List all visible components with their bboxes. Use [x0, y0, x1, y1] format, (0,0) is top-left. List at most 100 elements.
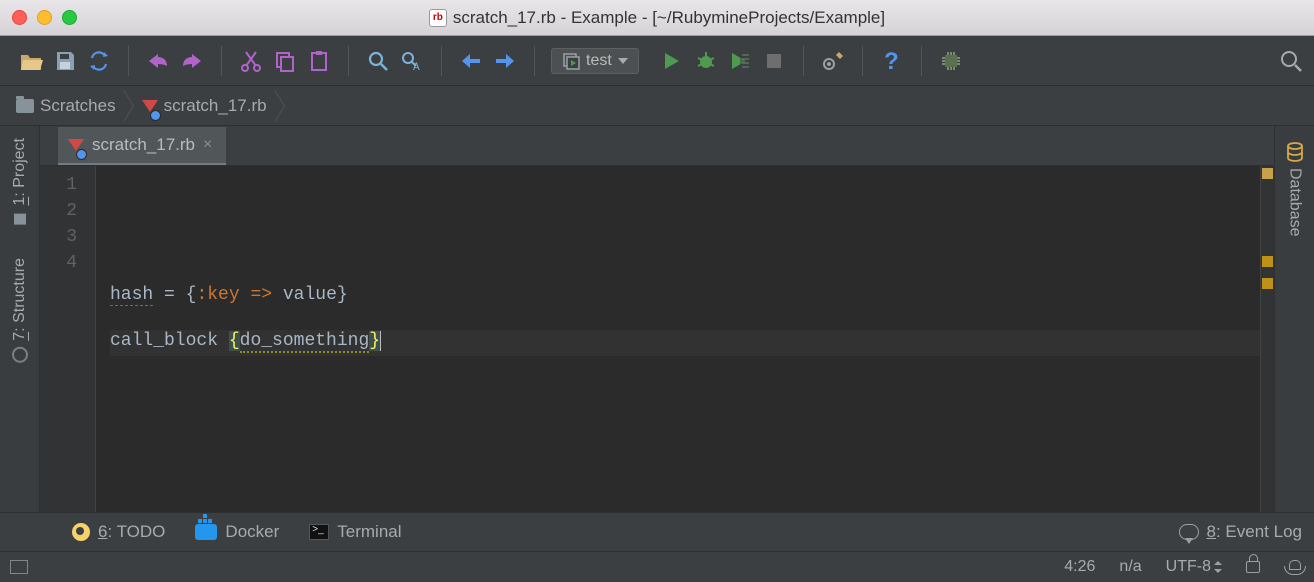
inspector-hat-icon[interactable]: [1284, 560, 1304, 574]
warning-marker[interactable]: [1262, 278, 1273, 289]
code-token: :key: [196, 285, 239, 305]
line-number: 3: [40, 224, 95, 250]
project-mnemonic: 1: [11, 197, 28, 206]
code-token: hash: [110, 285, 153, 306]
ruby-scratch-icon: [142, 100, 158, 112]
code-token: call_block: [110, 331, 229, 351]
editor-tabs: scratch_17.rb ×: [40, 126, 1274, 166]
code-token: }: [369, 331, 380, 351]
debug-icon[interactable]: [693, 48, 719, 74]
window-controls: [12, 10, 77, 25]
readonly-lock-icon[interactable]: [1246, 561, 1260, 573]
run-configuration-name: test: [586, 52, 612, 70]
paste-icon[interactable]: [306, 48, 332, 74]
code-token: }: [337, 285, 348, 305]
svg-text:?: ?: [884, 49, 899, 73]
sync-icon[interactable]: [86, 48, 112, 74]
editor-wrapper: scratch_17.rb × 1 2 3 4 hash = {:key => …: [40, 126, 1274, 512]
chevron-down-icon: [618, 58, 628, 64]
code-token: {: [229, 331, 240, 351]
undo-icon[interactable]: [145, 48, 171, 74]
copy-icon[interactable]: [272, 48, 298, 74]
breadcrumb-file[interactable]: scratch_17.rb: [124, 86, 275, 125]
code-token: = {: [153, 285, 196, 305]
forward-icon[interactable]: [492, 48, 518, 74]
breadcrumb-root[interactable]: Scratches: [8, 86, 124, 125]
warning-marker[interactable]: [1262, 256, 1273, 267]
code-token: value: [283, 285, 337, 305]
event-log-icon: [1179, 524, 1199, 540]
caret: [380, 331, 381, 351]
marker-strip[interactable]: [1260, 166, 1274, 512]
code-token: do_something: [240, 331, 370, 353]
cut-icon[interactable]: [238, 48, 264, 74]
code-area[interactable]: hash = {:key => value} call_block {do_so…: [96, 166, 1274, 512]
project-icon: [12, 212, 28, 228]
project-label: : Project: [11, 138, 28, 197]
structure-label: : Structure: [11, 258, 28, 332]
search-everywhere-icon[interactable]: [1278, 48, 1304, 74]
open-icon[interactable]: [18, 48, 44, 74]
structure-mnemonic: 7: [11, 331, 28, 340]
right-tool-strip: Database: [1274, 126, 1314, 512]
redo-icon[interactable]: [179, 48, 205, 74]
file-encoding[interactable]: UTF-8: [1166, 558, 1222, 576]
minimize-window-button[interactable]: [37, 10, 52, 25]
structure-icon: [12, 346, 28, 362]
stop-icon[interactable]: [761, 48, 787, 74]
close-tab-icon[interactable]: ×: [203, 136, 212, 154]
navigation-bar: Scratches scratch_17.rb: [0, 86, 1314, 126]
event-log-mnemonic: 8: [1207, 522, 1216, 541]
main-area: 1: Project 7: Structure scratch_17.rb × …: [0, 126, 1314, 512]
svg-text:A: A: [413, 62, 420, 72]
docker-label: Docker: [225, 522, 279, 542]
line-number: 2: [40, 198, 95, 224]
run-icon[interactable]: [659, 48, 685, 74]
terminal-tool-button[interactable]: Terminal: [309, 522, 401, 542]
event-log-label: : Event Log: [1216, 522, 1302, 541]
help-icon[interactable]: ?: [879, 48, 905, 74]
structure-tool-button[interactable]: 7: Structure: [9, 252, 31, 369]
title-bar: rb scratch_17.rb - Example - [~/Rubymine…: [0, 0, 1314, 36]
close-window-button[interactable]: [12, 10, 27, 25]
settings-icon[interactable]: [820, 48, 846, 74]
editor[interactable]: 1 2 3 4 hash = {:key => value} call_bloc…: [40, 166, 1274, 512]
zoom-window-button[interactable]: [62, 10, 77, 25]
coverage-icon[interactable]: [727, 48, 753, 74]
back-icon[interactable]: [458, 48, 484, 74]
breadcrumb-root-label: Scratches: [40, 96, 116, 116]
terminal-label: Terminal: [337, 522, 401, 542]
replace-icon[interactable]: A: [399, 48, 425, 74]
window-title-text: scratch_17.rb - Example - [~/RubyminePro…: [453, 8, 885, 28]
ruby-file-icon: rb: [429, 9, 447, 27]
main-toolbar: A test: [0, 36, 1314, 86]
left-tool-strip: 1: Project 7: Structure: [0, 126, 40, 512]
save-all-icon[interactable]: [52, 48, 78, 74]
project-tool-button[interactable]: 1: Project: [9, 132, 31, 234]
todo-icon: [72, 523, 90, 541]
breadcrumb-file-label: scratch_17.rb: [164, 96, 267, 116]
window-title: rb scratch_17.rb - Example - [~/Rubymine…: [0, 8, 1314, 28]
todo-label: : TODO: [107, 522, 165, 541]
inspection-indicator[interactable]: [1262, 168, 1273, 179]
run-config-icon: [562, 52, 580, 70]
tool-windows-toggle-icon[interactable]: [10, 560, 28, 574]
bottom-tool-strip: 6: TODO Docker Terminal 8: Event Log: [0, 512, 1314, 552]
run-configuration-selector[interactable]: test: [551, 48, 639, 74]
caret-position[interactable]: 4:26: [1064, 558, 1095, 576]
insert-mode[interactable]: n/a: [1119, 558, 1141, 576]
event-log-button[interactable]: 8: Event Log: [1179, 522, 1302, 542]
line-number: 1: [40, 172, 95, 198]
database-icon: [1286, 142, 1304, 162]
find-icon[interactable]: [365, 48, 391, 74]
todo-tool-button[interactable]: 6: TODO: [72, 522, 165, 542]
chip-icon[interactable]: [938, 48, 964, 74]
line-number: 4: [40, 250, 95, 276]
ruby-scratch-icon: [68, 139, 84, 151]
status-bar: 4:26 n/a UTF-8: [0, 552, 1314, 582]
docker-tool-button[interactable]: Docker: [195, 522, 279, 542]
editor-tab[interactable]: scratch_17.rb ×: [58, 127, 226, 165]
code-token: =>: [240, 285, 283, 305]
tab-label: scratch_17.rb: [92, 135, 195, 155]
line-gutter: 1 2 3 4: [40, 166, 96, 512]
